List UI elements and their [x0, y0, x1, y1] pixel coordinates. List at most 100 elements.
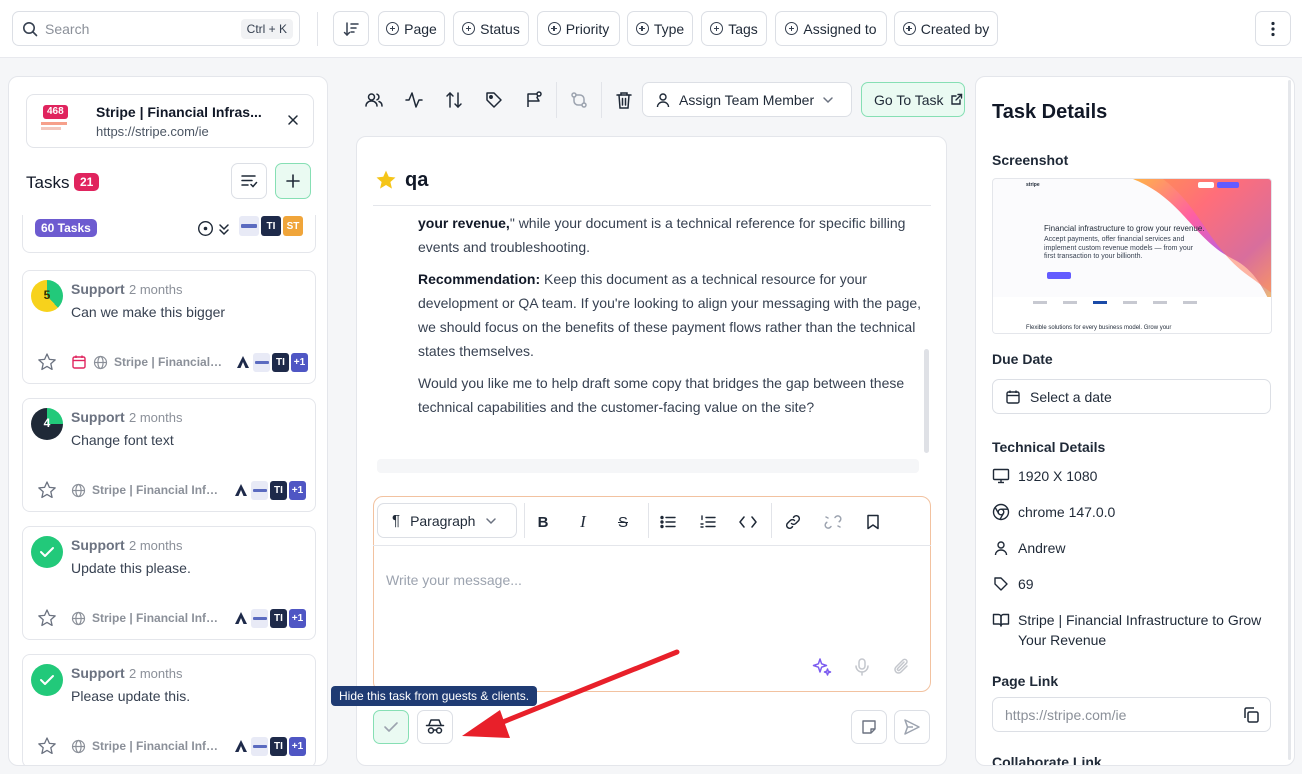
message-input[interactable]: [386, 565, 906, 595]
filter-page-button[interactable]: Page: [378, 11, 445, 46]
chevron-down-icon: [822, 96, 834, 104]
filter-tags-button[interactable]: Tags: [701, 11, 767, 46]
star-filled-icon[interactable]: [375, 169, 397, 191]
task-card[interactable]: Support 2 months Update this please. Str…: [22, 526, 316, 640]
code-icon[interactable]: [737, 511, 759, 533]
search-icon: [22, 21, 38, 37]
bullet-list-icon[interactable]: [657, 511, 679, 533]
user-icon: [992, 538, 1010, 558]
chevrons-down-icon[interactable]: [218, 222, 230, 236]
bookmark-icon[interactable]: [862, 511, 884, 533]
trash-icon[interactable]: [612, 88, 636, 112]
assignee-avatar: TI: [261, 216, 281, 236]
task-card[interactable]: Support 2 months Please update this. Str…: [22, 654, 316, 765]
tasks-panel: 468 Stripe | Financial Infras... https:/…: [8, 76, 328, 766]
due-date-label: Due Date: [992, 351, 1053, 367]
book-open-icon: [992, 610, 1010, 630]
italic-icon[interactable]: I: [572, 511, 594, 533]
task-title: Change font text: [71, 432, 174, 448]
search-shortcut: Ctrl + K: [240, 19, 293, 39]
page-screenshot-thumbnail[interactable]: stripe Financial infrastructure to grow …: [992, 178, 1272, 334]
ai-sparkle-icon[interactable]: [810, 655, 834, 679]
add-task-button[interactable]: [275, 163, 311, 199]
toolbar-divider: [524, 503, 525, 538]
more-assignees-badge[interactable]: +1: [291, 352, 308, 372]
copy-icon[interactable]: [1242, 706, 1260, 724]
filter-priority-button[interactable]: Priority: [537, 11, 620, 46]
globe-icon: [71, 483, 86, 498]
more-assignees-badge[interactable]: +1: [289, 736, 306, 756]
filter-status-button[interactable]: Status: [453, 11, 529, 46]
sort-arrows-icon[interactable]: [442, 88, 466, 112]
bold-icon[interactable]: B: [532, 511, 554, 533]
filter-assigned-to-button[interactable]: Assigned to: [775, 11, 887, 46]
tasks-heading: Tasks: [26, 173, 70, 192]
task-group-card[interactable]: 60 Tasks TI ST: [22, 215, 316, 253]
star-icon[interactable]: [37, 736, 57, 756]
due-date-picker[interactable]: Select a date: [992, 379, 1271, 414]
more-options-button[interactable]: [1255, 11, 1291, 46]
target-icon[interactable]: [197, 220, 214, 237]
details-scrollbar[interactable]: [1288, 80, 1291, 760]
microphone-icon[interactable]: [850, 655, 874, 679]
thumbnail-brand: stripe: [1026, 182, 1040, 188]
toolbar-divider: [771, 503, 772, 538]
tag-icon[interactable]: [482, 88, 506, 112]
toolbar-divider: [317, 12, 318, 46]
users-icon[interactable]: [362, 88, 386, 112]
star-icon[interactable]: [37, 608, 57, 628]
plus-circle-icon: [462, 22, 476, 35]
task-status-pie: 5: [31, 280, 63, 312]
thread-scrollbar[interactable]: [924, 349, 929, 453]
git-compare-icon[interactable]: [567, 88, 591, 112]
site-card[interactable]: 468 Stripe | Financial Infras... https:/…: [26, 94, 314, 148]
sticky-note-icon: [861, 719, 877, 735]
send-button[interactable]: [894, 710, 930, 744]
task-list: 60 Tasks TI ST 5 Support 2 months Can we…: [9, 215, 327, 765]
brand-logo-icon: [232, 609, 249, 628]
mark-complete-button[interactable]: [373, 710, 409, 744]
note-button[interactable]: [851, 710, 887, 744]
activity-icon[interactable]: [402, 88, 426, 112]
assign-team-member-dropdown[interactable]: Assign Team Member: [642, 82, 852, 117]
numbered-list-icon[interactable]: [697, 511, 719, 533]
task-time: 2 months: [129, 538, 183, 553]
filter-type-button[interactable]: Type: [627, 11, 693, 46]
task-filter-button[interactable]: [231, 163, 267, 199]
task-card[interactable]: 4 Support 2 months Change font text Stri…: [22, 398, 316, 512]
brand-logo-icon: [232, 737, 249, 756]
link-icon[interactable]: [782, 511, 804, 533]
plus-circle-icon: [785, 22, 799, 35]
page-link-field[interactable]: https://stripe.com/ie: [992, 697, 1271, 732]
company-logo-avatar: [251, 608, 268, 628]
filter-toolbar: Ctrl + K Page Status Priority Type Tags …: [0, 0, 1302, 58]
site-url: https://stripe.com/ie: [96, 124, 209, 139]
block-type-dropdown[interactable]: ¶ Paragraph: [377, 503, 517, 538]
unlink-icon[interactable]: [822, 511, 844, 533]
more-assignees-badge[interactable]: +1: [289, 480, 306, 500]
sort-button[interactable]: [333, 11, 369, 46]
more-assignees-badge[interactable]: +1: [289, 608, 306, 628]
go-to-task-button[interactable]: Go To Task: [861, 82, 965, 117]
close-icon[interactable]: [287, 114, 299, 126]
globe-icon: [93, 355, 108, 370]
message-paragraph: Would you like me to help draft some cop…: [418, 375, 905, 415]
tag-outline-icon: [992, 574, 1010, 594]
search-input[interactable]: [45, 19, 245, 39]
flag-message-icon[interactable]: [522, 88, 546, 112]
assignee-avatar: TI: [270, 480, 287, 500]
brand-logo-icon: [232, 481, 249, 500]
task-category: Support: [71, 281, 125, 297]
strikethrough-icon[interactable]: S: [612, 511, 634, 533]
thumbnail-subtext: Accept payments, offer financial service…: [1044, 236, 1193, 260]
task-card[interactable]: 5 Support 2 months Can we make this bigg…: [22, 270, 316, 384]
globe-icon: [71, 611, 86, 626]
calendar-icon[interactable]: [71, 354, 87, 370]
globe-icon: [71, 739, 86, 754]
star-icon[interactable]: [37, 352, 57, 372]
filter-created-by-button[interactable]: Created by: [894, 11, 998, 46]
search-box[interactable]: Ctrl + K: [12, 11, 300, 46]
task-site: Stripe | Financial Infra...: [92, 611, 222, 625]
star-icon[interactable]: [37, 480, 57, 500]
paperclip-icon[interactable]: [890, 655, 914, 679]
